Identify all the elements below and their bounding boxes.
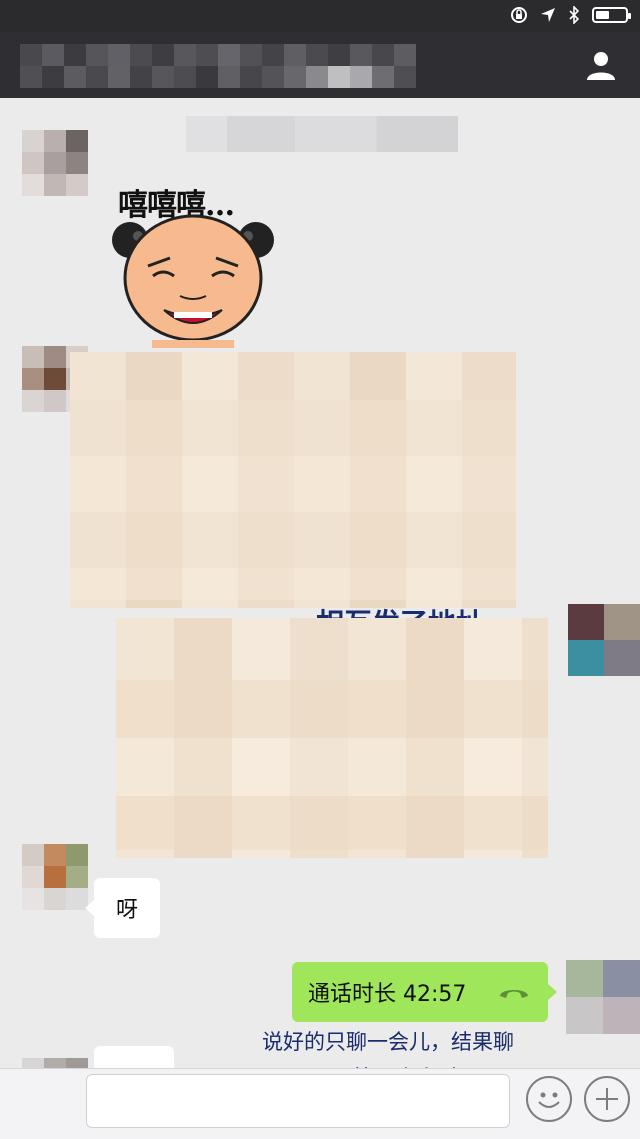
status-bar [0,0,640,32]
location-icon [541,8,555,22]
call-duration-label: 通话时长 42:57 [308,982,467,1007]
phone-hangup-icon [500,990,528,998]
contact-avatar[interactable] [22,844,88,910]
pixelated-sent-image-detail [116,680,548,850]
incoming-message-bubble[interactable]: 呀 [85,878,160,938]
battery-icon [592,7,631,23]
person-icon[interactable] [584,48,618,82]
self-avatar[interactable] [566,960,640,1034]
pixelated-image-detail [70,400,516,600]
message-input[interactable] [86,1074,510,1128]
self-avatar[interactable] [568,604,640,676]
plus-icon[interactable] [584,1076,630,1122]
emoji-icon[interactable] [526,1076,572,1122]
call-record-bubble[interactable]: 通话时长 42:57 [292,962,557,1022]
pixelated-timestamp [186,116,458,152]
partial-message-bubble [94,1046,174,1070]
incoming-message-text: 呀 [115,898,138,923]
bluetooth-icon [569,6,580,24]
pixelated-chat-title [20,44,416,66]
caption-summary-line1: 说好的只聊一会儿，结果聊 [262,1030,514,1054]
laughing-face-sticker[interactable] [108,178,278,348]
contact-avatar[interactable] [22,130,88,196]
nav-bar [0,32,640,98]
lock-rotation-icon [511,7,527,23]
pixelated-chat-subtitle [20,66,416,88]
